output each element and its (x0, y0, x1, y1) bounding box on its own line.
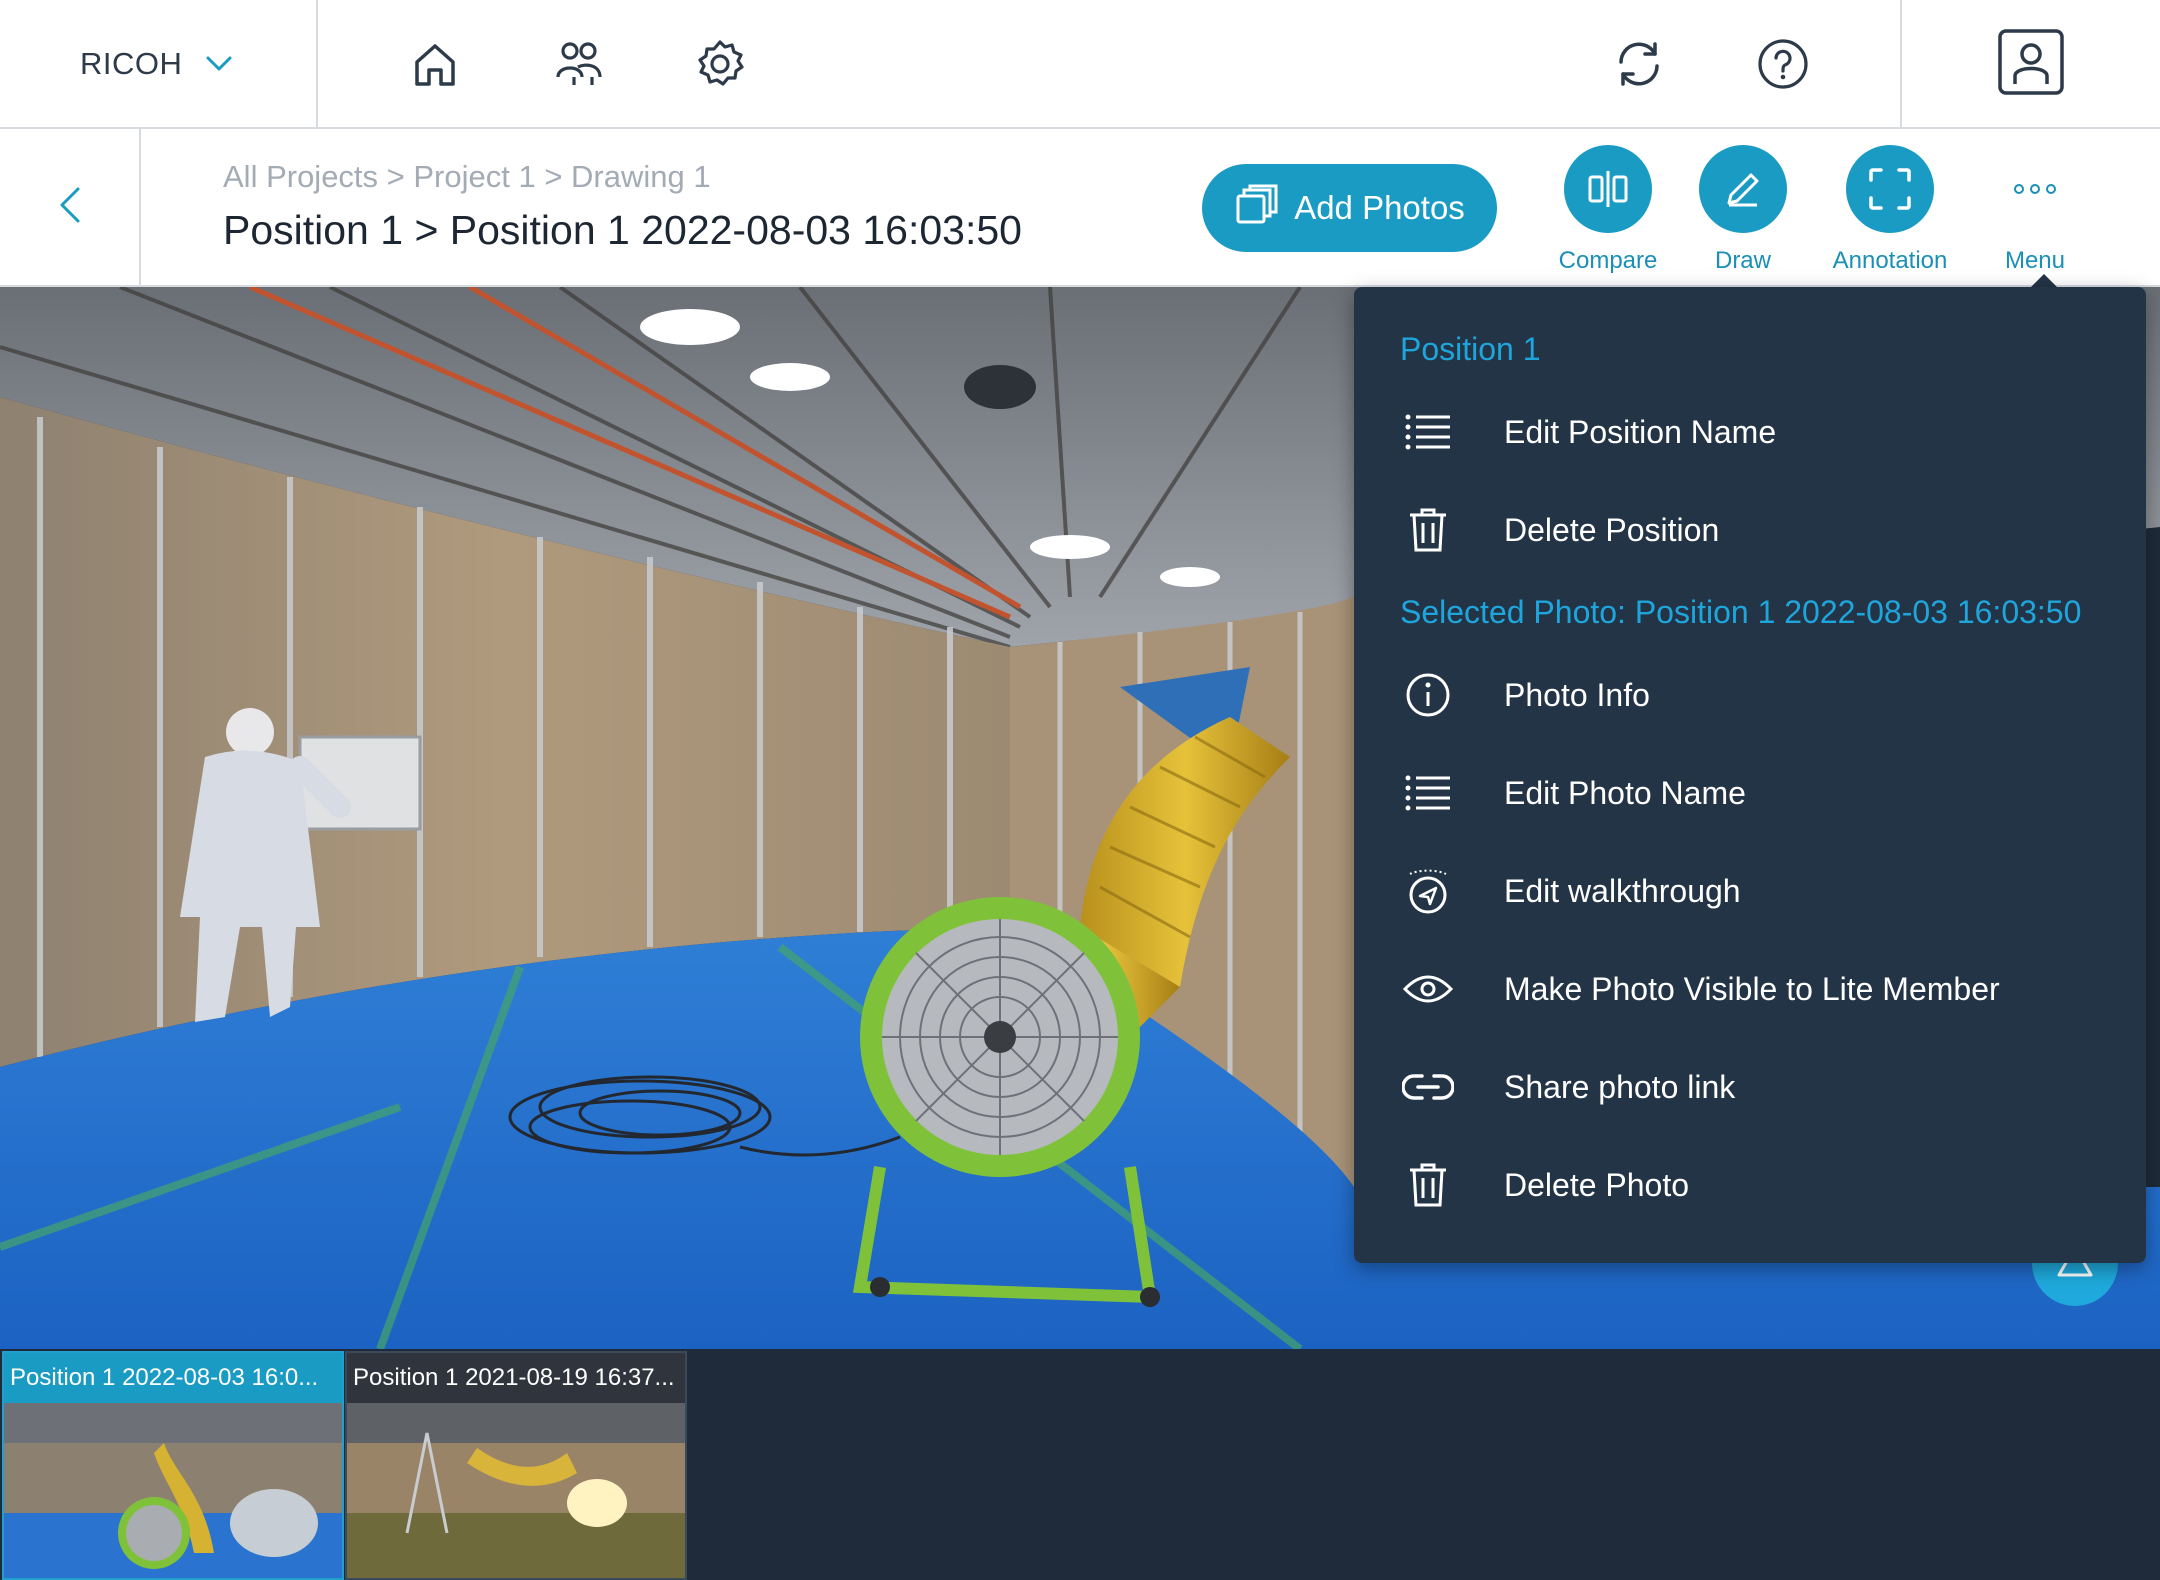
brand-label: RICOH (80, 46, 183, 81)
menu-item-delete-position[interactable]: Delete Position (1398, 500, 1719, 560)
menu-item-photo-info[interactable]: Photo Info (1398, 665, 1650, 725)
menu-section-selected-photo: Selected Photo: Position 1 2022-08-03 16… (1400, 594, 2082, 630)
help-icon[interactable] (1753, 34, 1813, 94)
back-button[interactable] (0, 129, 141, 285)
settings-icon[interactable] (690, 34, 750, 94)
chevron-left-icon (58, 185, 82, 230)
trash-icon (1398, 500, 1458, 560)
menu-item-edit-walkthrough[interactable]: Edit walkthrough (1398, 861, 1741, 921)
photo-thumbnail-strip: Position 1 2022-08-03 16:0... Position 1… (0, 1349, 2160, 1580)
compare-label: Compare (1558, 247, 1658, 274)
add-photos-button[interactable]: Add Photos (1202, 164, 1497, 252)
annotation-button[interactable]: Annotation (1815, 145, 1965, 275)
annotation-label: Annotation (1832, 247, 1948, 274)
menu-item-label: Delete Position (1504, 511, 1720, 548)
menu-button[interactable]: Menu (1960, 145, 2110, 275)
menu-item-delete-photo[interactable]: Delete Photo (1398, 1155, 1689, 1215)
walkthrough-icon (1398, 861, 1458, 921)
organization-selector[interactable]: RICOH (0, 0, 318, 128)
top-bar: RICOH (0, 0, 2160, 129)
page-header: All Projects > Project 1 > Drawing 1 Pos… (0, 129, 2160, 287)
chevron-down-icon (206, 56, 232, 72)
menu-pointer (2030, 274, 2058, 288)
menu-item-label: Edit Position Name (1504, 413, 1777, 450)
menu-item-edit-photo-name[interactable]: Edit Photo Name (1398, 763, 1746, 823)
thumbnail-caption: Position 1 2021-08-19 16:37... (347, 1353, 685, 1403)
list-icon (1398, 763, 1458, 823)
menu-item-share-link[interactable]: Share photo link (1398, 1057, 1735, 1117)
more-dots-icon (1991, 145, 2079, 233)
thumbnail-caption: Position 1 2022-08-03 16:0... (4, 1353, 342, 1403)
menu-item-label: Delete Photo (1504, 1166, 1690, 1203)
menu-item-label: Photo Info (1504, 676, 1650, 713)
link-icon (1398, 1057, 1458, 1117)
menu-section-position: Position 1 (1400, 331, 1541, 367)
home-icon[interactable] (405, 34, 465, 94)
menu-item-make-visible-lite[interactable]: Make Photo Visible to Lite Member (1398, 959, 2000, 1019)
menu-item-label: Edit Photo Name (1504, 774, 1746, 811)
context-menu: Position 1 Edit Position Name Delete Pos… (1354, 287, 2146, 1263)
sync-icon[interactable] (1609, 34, 1669, 94)
info-icon (1398, 665, 1458, 725)
menu-label: Menu (2004, 247, 2066, 274)
breadcrumb[interactable]: All Projects > Project 1 > Drawing 1 (223, 159, 711, 195)
list-icon (1398, 402, 1458, 462)
trash-icon (1398, 1155, 1458, 1215)
photos-stack-icon (1234, 182, 1278, 234)
compare-button[interactable]: Compare (1533, 145, 1683, 275)
menu-item-label: Make Photo Visible to Lite Member (1504, 970, 2000, 1007)
user-account-area (1900, 0, 2160, 128)
add-photos-label: Add Photos (1294, 189, 1465, 226)
photo-thumbnail[interactable]: Position 1 2021-08-19 16:37... (345, 1351, 687, 1580)
annotation-frame-icon (1846, 145, 1934, 233)
compare-icon (1564, 145, 1652, 233)
menu-item-label: Edit walkthrough (1504, 872, 1741, 909)
menu-item-edit-position-name[interactable]: Edit Position Name (1398, 402, 1776, 462)
eye-icon (1398, 959, 1458, 1019)
menu-item-label: Share photo link (1504, 1068, 1736, 1105)
pencil-icon (1699, 145, 1787, 233)
page-title: Position 1 > Position 1 2022-08-03 16:03… (223, 207, 1022, 253)
draw-button[interactable]: Draw (1668, 145, 1818, 275)
user-icon[interactable] (1997, 28, 2065, 101)
people-icon[interactable] (549, 34, 609, 94)
photo-thumbnail[interactable]: Position 1 2022-08-03 16:0... (2, 1351, 344, 1580)
draw-label: Draw (1714, 247, 1771, 274)
